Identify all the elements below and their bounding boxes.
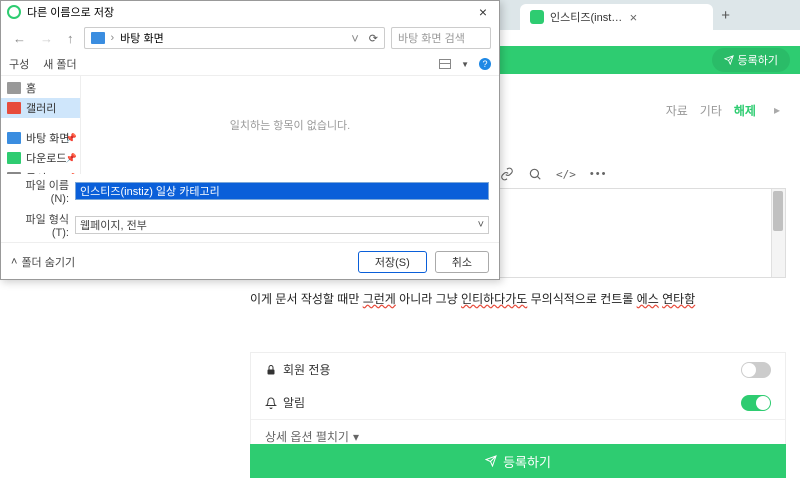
dialog-footer: ˄ 폴더 숨기기 저장(S) 취소 [1, 242, 499, 279]
filename-row: 파일 이름(N): [1, 174, 499, 208]
tab-title: 인스티즈(instiz) 일상 카테고리 [550, 9, 624, 25]
dialog-sidebar: 홈 갤러리 바탕 화면📌 다운로드📌 문서📌 사진📌 음악📌 [1, 76, 81, 174]
filetype-label: 파일 형식(T): [11, 211, 69, 239]
category-data[interactable]: 자료 [666, 102, 688, 119]
option-notify: 알림 [251, 386, 785, 419]
pin-icon: 📌 [66, 173, 77, 175]
filetype-combo[interactable]: 웹페이지, 전부 ˅ [75, 216, 489, 234]
chevron-down-icon: ˅ [478, 219, 484, 231]
view-dropdown-icon[interactable]: ▼ [461, 60, 469, 69]
scrollbar[interactable] [771, 189, 785, 277]
new-tab-button[interactable]: + [721, 7, 730, 24]
chevron-right-icon[interactable]: ▸ [774, 103, 780, 117]
download-icon [7, 152, 21, 164]
save-button[interactable]: 저장(S) [358, 251, 427, 273]
options-panel: 회원 전용 알림 상세 옵션 펼치기 ▾ [250, 352, 786, 454]
sidebar-item-gallery[interactable]: 갤러리 [1, 98, 80, 118]
path-folder-label: 바탕 화면 [120, 30, 164, 46]
dialog-body: 홈 갤러리 바탕 화면📌 다운로드📌 문서📌 사진📌 음악📌 일치하는 항목이 … [1, 76, 499, 174]
dialog-nav-row: ← → ↑ › 바탕 화면 ˅ ⟳ 바탕 화면 검색 [1, 23, 499, 53]
filename-label: 파일 이름(N): [11, 177, 69, 205]
submit-button[interactable]: 등록하기 [250, 444, 786, 478]
bell-icon [265, 397, 277, 409]
app-icon [7, 5, 21, 19]
home-icon [7, 82, 21, 94]
browser-tab[interactable]: 인스티즈(instiz) 일상 카테고리 × [520, 4, 713, 30]
gallery-icon [7, 102, 21, 114]
sidebar-item-home[interactable]: 홈 [1, 78, 80, 98]
submit-label: 등록하기 [503, 452, 551, 471]
empty-message: 일치하는 항목이 없습니다. [230, 117, 351, 133]
forward-button[interactable]: → [36, 31, 57, 46]
link-icon[interactable] [500, 167, 514, 181]
back-button[interactable]: ← [9, 31, 30, 46]
hide-folders-label: 폴더 숨기기 [21, 254, 75, 270]
chevron-up-icon: ˄ [11, 256, 17, 268]
search-icon[interactable] [528, 167, 542, 181]
paper-plane-icon [485, 455, 497, 467]
content-text-line: 이게 문서 작성할 때만 그런게 아니라 그냥 인티하다가도 무의식적으로 컨트… [250, 290, 786, 307]
new-folder-button[interactable]: 새 폴더 [43, 56, 76, 72]
view-icon[interactable] [439, 59, 451, 69]
refresh-icon[interactable]: ⟳ [369, 32, 378, 45]
member-only-label: 회원 전용 [283, 361, 331, 378]
save-as-dialog: 다른 이름으로 저장 × ← → ↑ › 바탕 화면 ˅ ⟳ 바탕 화면 검색 … [0, 0, 500, 280]
option-member-only: 회원 전용 [251, 353, 785, 386]
member-only-toggle[interactable] [741, 362, 771, 378]
dropdown-icon[interactable]: ˅ [347, 31, 363, 46]
path-box[interactable]: › 바탕 화면 ˅ ⟳ [84, 27, 386, 49]
category-release[interactable]: 해제 [734, 102, 756, 119]
close-icon[interactable]: × [630, 10, 704, 25]
filetype-value: 웹페이지, 전부 [80, 217, 147, 233]
pin-icon: 📌 [66, 133, 77, 144]
sidebar-item-doc[interactable]: 문서📌 [1, 168, 80, 174]
search-placeholder: 바탕 화면 검색 [398, 30, 465, 46]
dialog-tool-row: 구성 새 폴더 ▼ ? [1, 53, 499, 76]
expand-label: 상세 옵션 펼치기 [265, 428, 349, 445]
code-icon[interactable]: </> [556, 168, 576, 181]
chevron-down-icon: ▾ [353, 430, 359, 444]
lock-icon [265, 364, 277, 376]
more-icon[interactable]: ••• [590, 168, 608, 180]
paper-plane-icon [724, 55, 734, 65]
register-button-top[interactable]: 등록하기 [712, 48, 790, 72]
up-button[interactable]: ↑ [63, 31, 78, 46]
search-input[interactable]: 바탕 화면 검색 [391, 27, 491, 49]
help-icon[interactable]: ? [479, 58, 491, 70]
document-icon [7, 172, 21, 174]
notify-toggle[interactable] [741, 395, 771, 411]
hide-folders-button[interactable]: ˄ 폴더 숨기기 [11, 254, 75, 270]
close-icon[interactable]: × [473, 4, 493, 20]
filename-input[interactable] [75, 182, 489, 200]
cancel-button[interactable]: 취소 [435, 251, 489, 273]
chevron-right-icon: › [111, 32, 115, 44]
scrollbar-thumb[interactable] [773, 191, 783, 231]
register-top-label: 등록하기 [738, 52, 778, 68]
tab-favicon [530, 10, 544, 24]
file-list-area: 일치하는 항목이 없습니다. [81, 76, 499, 174]
dialog-title: 다른 이름으로 저장 [27, 4, 114, 20]
organize-button[interactable]: 구성 [9, 56, 29, 72]
category-other[interactable]: 기타 [700, 102, 722, 119]
notify-label: 알림 [283, 394, 305, 411]
dialog-titlebar: 다른 이름으로 저장 × [1, 1, 499, 23]
folder-icon [91, 32, 105, 44]
filetype-row: 파일 형식(T): 웹페이지, 전부 ˅ [1, 208, 499, 242]
sidebar-item-desktop[interactable]: 바탕 화면📌 [1, 128, 80, 148]
editor-toolbar: </> ••• [500, 164, 786, 184]
desktop-icon [7, 132, 21, 144]
pin-icon: 📌 [66, 153, 77, 164]
sidebar-item-download[interactable]: 다운로드📌 [1, 148, 80, 168]
